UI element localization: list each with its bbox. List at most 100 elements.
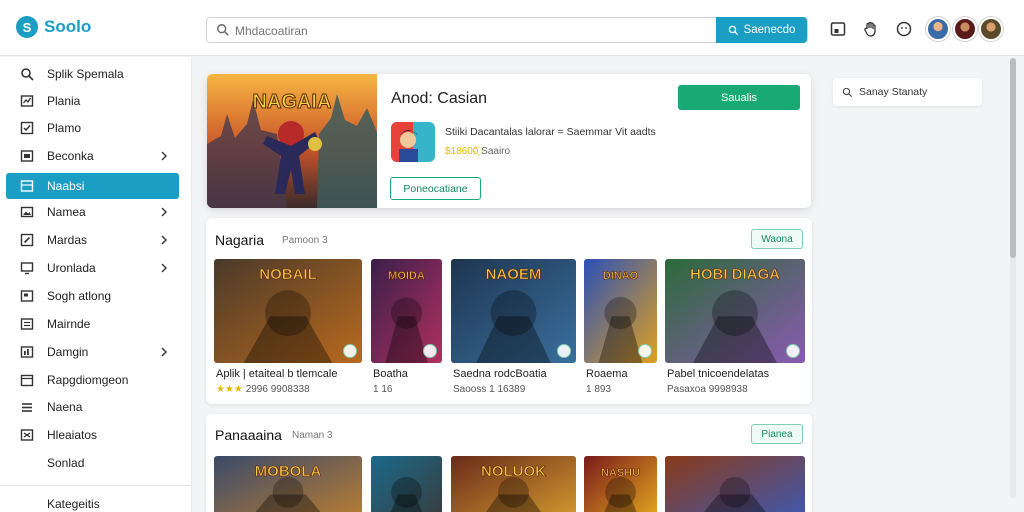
store-icon[interactable] xyxy=(829,20,847,38)
game-tile[interactable]: NAOEM Saedna rodcBoatia Saooss 1 16389 xyxy=(451,259,576,399)
section-view-button[interactable]: Waona xyxy=(751,229,803,249)
game-tile[interactable]: DINAO Roaema 1 893 xyxy=(584,259,657,399)
chevron-right-icon[interactable] xyxy=(159,262,169,274)
sidebar-item[interactable]: Plamo xyxy=(6,115,179,141)
game-title[interactable]: Pabel tnicoendelatas xyxy=(667,368,769,380)
scrollbar-thumb[interactable] xyxy=(1010,58,1016,258)
top-bar: S Soolo Saenecdo xyxy=(0,0,1024,56)
game-cover-art[interactable] xyxy=(371,456,442,512)
game-tile[interactable]: NASHU xyxy=(584,456,657,512)
game-tile[interactable] xyxy=(665,456,805,512)
game-meta-value: 2996 9908338 xyxy=(245,384,310,395)
edit-icon xyxy=(20,233,34,247)
image-icon xyxy=(20,206,34,218)
game-art-title: MOBOLA xyxy=(255,463,322,480)
grid-icon xyxy=(20,150,34,162)
section-subtitle: Pamoon 3 xyxy=(282,235,328,246)
game-tile[interactable]: HOBI DIAGA Pabel tnicoendelatas Pasaxoa 99… xyxy=(665,259,805,399)
sidebar-item[interactable]: Splik Spemala xyxy=(6,61,179,87)
game-cover-art[interactable]: MOBOLA xyxy=(214,456,362,512)
game-art-title: NASHU xyxy=(601,467,640,479)
sidebar-item-label: Namea xyxy=(47,205,86,219)
game-cover-art[interactable] xyxy=(665,456,805,512)
sidebar-item-label: Mardas xyxy=(47,233,88,247)
sidebar-item[interactable]: Namea xyxy=(6,199,179,225)
sidebar-item-label: Sogh atlong xyxy=(47,289,112,303)
game-art-title: NAOEM xyxy=(486,266,542,283)
game-tile[interactable]: MOIDA Boatha 1 16 xyxy=(371,259,442,399)
game-title[interactable]: Boatha xyxy=(373,368,408,380)
app-logo[interactable]: S Soolo xyxy=(16,16,91,38)
chevron-right-icon[interactable] xyxy=(159,206,169,218)
sidebar-item[interactable]: Rapgdiomgeon xyxy=(6,367,179,393)
list-icon xyxy=(20,318,34,330)
sidebar-item-label: Damgin xyxy=(47,345,89,359)
featured-price-value: $18600҉ xyxy=(445,146,479,157)
sidebar-item[interactable]: Uronlada xyxy=(6,255,179,281)
right-search-widget[interactable]: Sanay Stanaty xyxy=(833,78,982,106)
search-input[interactable] xyxy=(235,22,715,39)
sidebar-item[interactable]: Mardas xyxy=(6,227,179,253)
game-meta-value: Pasaxoa 9998938 xyxy=(667,384,748,395)
featured-secondary-button[interactable]: Poneocatiane xyxy=(390,177,481,200)
sidebar-item[interactable]: Sogh atlong xyxy=(6,283,179,309)
hand-icon[interactable] xyxy=(862,20,880,38)
game-tile[interactable] xyxy=(371,456,442,512)
monitor-icon xyxy=(20,262,34,275)
search-icon xyxy=(728,25,738,35)
sidebar-item-label: Naena xyxy=(47,400,83,414)
sidebar-categories-link[interactable]: Kategeitis xyxy=(47,497,100,511)
search-button[interactable]: Saenecdo xyxy=(716,17,807,43)
game-tile[interactable]: NOBAIL Aplik | etaiteal b tlemcale ★★★ 299… xyxy=(214,259,362,399)
game-cover-art[interactable]: NASHU xyxy=(584,456,657,512)
game-meta-value: Saooss 1 16389 xyxy=(453,384,526,395)
section-view-button[interactable]: Pianea xyxy=(751,424,803,444)
avatar[interactable] xyxy=(926,17,950,41)
game-title[interactable]: Aplik | etaiteal b tlemcale xyxy=(216,368,337,380)
bar-icon xyxy=(20,346,34,358)
game-tile[interactable]: MOBOLA xyxy=(214,456,362,512)
smile-icon[interactable] xyxy=(895,20,913,38)
chevron-right-icon[interactable] xyxy=(159,150,169,162)
game-cover-art[interactable]: NOLUOK xyxy=(451,456,576,512)
sidebar-item[interactable]: Naabsi xyxy=(6,173,179,199)
table-icon xyxy=(20,180,34,192)
featured-cta-button[interactable]: Saualis xyxy=(678,85,800,110)
featured-art-title: NAGAIA xyxy=(253,91,332,113)
sidebar-item-label: Naabsi xyxy=(47,179,85,193)
featured-game-art[interactable]: NAGAIA xyxy=(207,74,377,208)
chevron-right-icon[interactable] xyxy=(159,346,169,358)
sidebar-footer-link[interactable]: Sonlad xyxy=(47,456,84,470)
sidebar-item[interactable]: Hleaiatos xyxy=(6,422,179,448)
menu-icon xyxy=(22,403,32,412)
search-button-label: Saenecdo xyxy=(743,24,796,36)
sidebar-item[interactable]: Naena xyxy=(6,394,179,420)
installed-badge-icon xyxy=(638,344,652,358)
game-art-title: MOIDA xyxy=(388,270,425,282)
game-art-title: NOLUOK xyxy=(481,463,546,480)
game-meta: ★★★ 2996 9908338 xyxy=(216,384,310,395)
game-cover-art[interactable]: HOBI DIAGA xyxy=(665,259,805,363)
game-title[interactable]: Saedna rodcBoatia xyxy=(453,368,547,380)
game-section: Panaaaina Naman 3 Pianea MOBOLA NOLUOK NAS… xyxy=(206,414,812,512)
avatar[interactable] xyxy=(953,17,977,41)
game-art-title: DINAO xyxy=(603,270,639,282)
sidebar-item-label: Rapgdiomgeon xyxy=(47,373,129,387)
sidebar-item[interactable]: Beconka xyxy=(6,143,179,169)
installed-badge-icon xyxy=(557,344,571,358)
game-cover-art[interactable]: NOBAIL xyxy=(214,259,362,363)
chevron-right-icon[interactable] xyxy=(159,234,169,246)
game-section: Nagaria Pamoon 3 Waona NOBAIL Aplik | eta… xyxy=(206,218,812,404)
sidebar-item[interactable]: Plania xyxy=(6,88,179,114)
sidebar-item[interactable]: Mairnde xyxy=(6,311,179,337)
game-title[interactable]: Roaema xyxy=(586,368,628,380)
featured-card[interactable]: NAGAIA Anod: Casian Saualis Stiiki Dacan… xyxy=(207,74,811,208)
sidebar-item-label: Plamo xyxy=(47,121,82,135)
game-tile[interactable]: NOLUOK xyxy=(451,456,576,512)
game-meta: 1 893 xyxy=(586,384,611,395)
search-icon xyxy=(21,68,34,81)
sidebar-item[interactable]: Damgin xyxy=(6,339,179,365)
search-icon xyxy=(217,24,229,36)
avatar[interactable] xyxy=(979,17,1003,41)
featured-price-label: Saairo xyxy=(481,146,511,157)
